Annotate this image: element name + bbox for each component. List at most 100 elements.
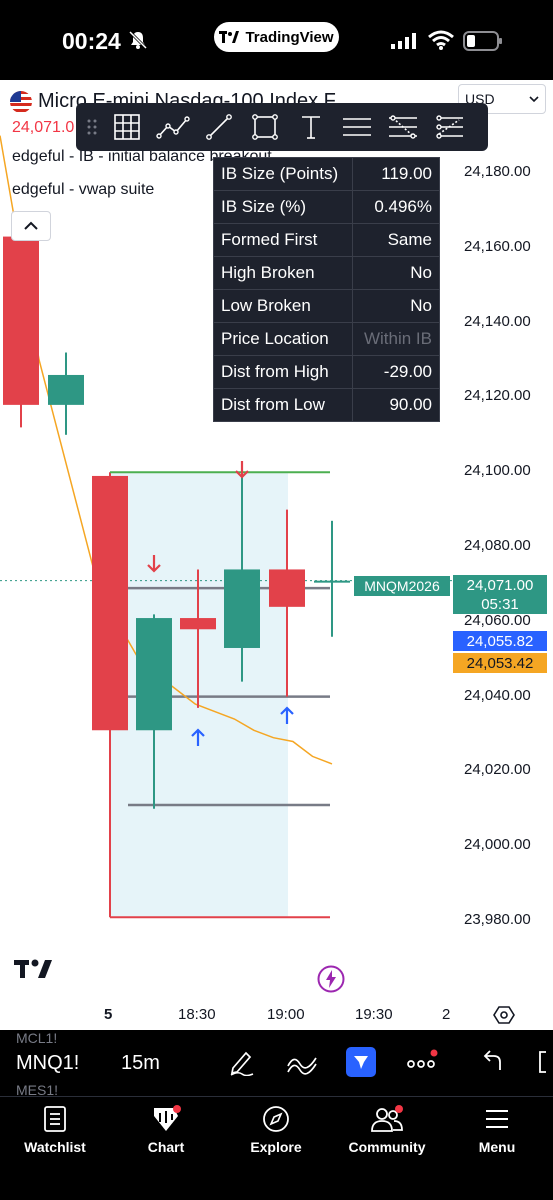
path-tool-button[interactable] [150,107,196,147]
pen-icon[interactable] [228,1048,256,1076]
symbol-price-tag: MNQM2026 [354,576,450,596]
candle-body [314,580,350,583]
scroll-hint-symbol-above: MCL1! [16,1030,58,1046]
ib-stat-value: 90.00 [351,388,441,422]
ib-stat-row: Price Location Within IB [213,322,441,356]
cellular-signal-icon [391,33,416,49]
ib-stats-table: IB Size (Points) 119.00 IB Size (%) 0.496% F… [213,157,441,422]
bottom-tab-bar[interactable]: Watchlist Chart Explore Community Menu [0,1096,553,1200]
timeframe-button[interactable]: 15m [121,1052,160,1075]
fib-retracement-icon [389,115,417,139]
tab-chart[interactable]: Chart [116,1105,216,1155]
price-axis-label: 24,120.00 [464,387,531,405]
ib-stat-row: Formed First Same [213,223,441,257]
bell-slash-icon [128,30,148,50]
text-tool-button[interactable] [288,107,334,147]
candle-body [92,475,128,731]
more-options-icon[interactable] [406,1048,438,1076]
ib-stat-label: Formed First [213,223,353,257]
tradingview-pill[interactable]: TradingView [214,22,339,52]
ib-stat-value: Within IB [351,322,441,356]
pitchfork-icon [436,115,463,139]
rectangle-icon [252,114,278,140]
symbol-button[interactable]: MNQ1! [16,1052,79,1075]
watchlist-icon [44,1106,66,1132]
hamburger-menu-icon [486,1110,508,1128]
ib-stat-row: IB Size (%) 0.496% [213,190,441,224]
tab-watchlist[interactable]: Watchlist [5,1105,105,1155]
us-flag-icon [10,90,32,113]
tradingview-logo-icon [219,31,240,43]
price-axis-label: 24,180.00 [464,163,531,180]
text-icon [302,116,320,139]
time-label: 5 [104,1006,113,1023]
chart-toolbar[interactable]: MCL1! MES1! MNQ1! 15m [0,1030,553,1098]
pitchfork-tool-button[interactable] [426,107,472,147]
drawing-toolbar[interactable] [76,103,488,151]
path-icon [156,116,190,139]
price-axis-label: 24,080.00 [464,537,531,554]
ib-stat-value: No [351,289,441,323]
time-label: 2 [442,1006,451,1023]
tradingview-pill-label: TradingView [245,28,334,46]
lightning-icon[interactable] [317,965,345,993]
lines-tool-button[interactable] [334,107,380,147]
settings-hexagon-icon[interactable] [493,1004,515,1026]
trend-line-icon [206,114,232,140]
ib-stat-value: -29.00 [351,355,441,389]
time-label: 18:30 [178,1006,216,1023]
compass-icon [263,1106,289,1132]
price-axis-label: 24,140.00 [464,312,531,330]
battery-icon [463,31,502,51]
templates-icon [354,1056,368,1069]
price-axis-label: 24,040.00 [464,686,531,704]
tab-community[interactable]: Community [337,1105,437,1155]
indicators-icon[interactable] [286,1048,318,1076]
time-label: 19:00 [267,1006,305,1023]
price-axis-label: 24,100.00 [464,462,531,480]
chart-area[interactable]: Micro E-mini Nasdaq-100 Index F 24,071.0… [0,80,553,1030]
fullscreen-icon[interactable] [534,1048,553,1076]
time-label: 19:30 [355,1006,393,1023]
blue-level-tag: 24,055.82 [453,631,547,651]
ib-stat-label: Low Broken [213,289,353,323]
ib-stat-value: No [351,256,441,290]
grid-icon [114,114,140,140]
chart-icon [154,1105,181,1131]
tab-label: Menu [478,1139,516,1155]
horizontal-lines-icon [343,118,371,136]
status-bar: 00:24 TradingView [0,0,553,80]
indicator-vwap-label[interactable]: edgeful - vwap suite [12,181,154,199]
status-time: 00:24 [62,28,121,54]
fib-tool-button[interactable] [380,107,426,147]
ib-stat-label: Price Location [213,322,353,356]
rectangle-tool-button[interactable] [242,107,288,147]
last-price-tag: 24,071.00 [453,575,547,595]
price-axis-label: 24,060.00 [464,611,531,629]
ib-stat-label: High Broken [213,256,353,290]
ib-stat-row: IB Size (Points) 119.00 [213,157,441,191]
ib-stat-label: Dist from Low [213,388,353,422]
ib-stat-label: IB Size (Points) [213,157,353,191]
candle-body [269,569,305,607]
collapse-indicators-button[interactable] [11,211,51,241]
grid-tool-button[interactable] [104,107,150,147]
candle-body [224,569,260,648]
price-axis-label: 24,020.00 [464,761,531,779]
candle-body [3,236,39,405]
ib-stat-row: Dist from High -29.00 [213,355,441,389]
ib-stat-value: Same [351,223,441,257]
ib-stat-row: Dist from Low 90.00 [213,388,441,422]
tab-explore[interactable]: Explore [226,1105,326,1155]
chevron-down-icon [529,96,539,103]
tab-label: Explore [250,1139,302,1155]
tradingview-watermark-icon [14,959,52,978]
drag-handle-icon[interactable] [80,107,104,147]
time-axis[interactable]: 5 18:30 19:00 19:30 2 [0,1000,553,1030]
tab-label: Community [348,1139,426,1155]
undo-icon[interactable] [480,1048,506,1076]
templates-button[interactable] [346,1047,376,1077]
tab-menu[interactable]: Menu [447,1105,547,1155]
trend-line-tool-button[interactable] [196,107,242,147]
price-axis-label: 24,000.00 [464,836,531,854]
